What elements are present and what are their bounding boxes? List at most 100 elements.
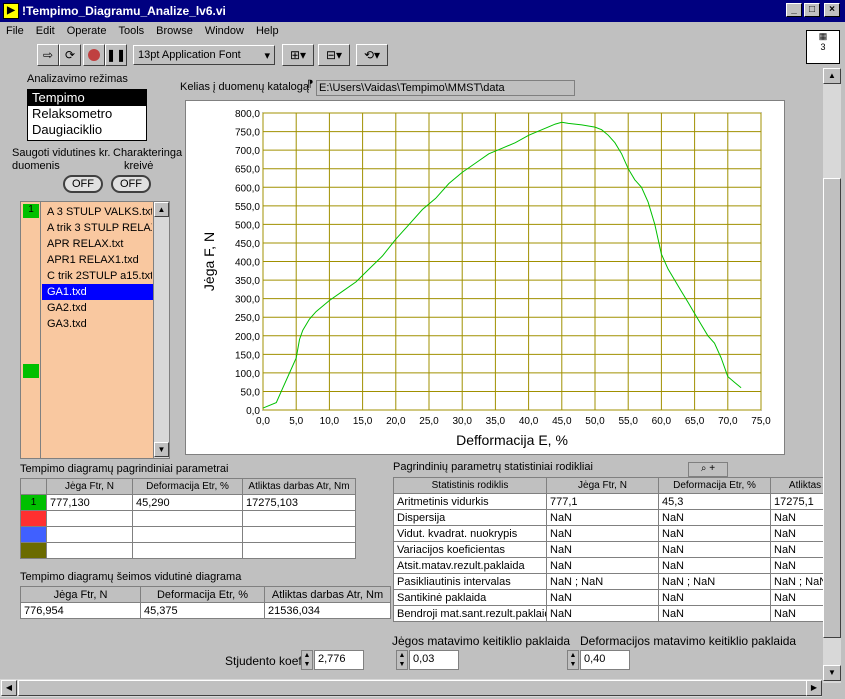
close-button[interactable]: × bbox=[824, 3, 840, 17]
mode-option-tempimo[interactable]: Tempimo bbox=[28, 90, 146, 106]
data-path-field[interactable]: E:\Users\Vaidas\Tempimo\MMST\data bbox=[316, 80, 575, 96]
table-cell[interactable]: 17275,1 bbox=[770, 493, 823, 510]
save-avg-toggle[interactable]: OFF bbox=[63, 175, 103, 193]
table-cell[interactable]: NaN bbox=[658, 557, 771, 574]
pause-icon[interactable]: ❚❚ bbox=[105, 44, 127, 66]
table-cell[interactable]: 45,3 bbox=[658, 493, 771, 510]
table-cell[interactable]: 45,375 bbox=[140, 602, 265, 619]
force-error-spinner[interactable]: ▲ ▼ bbox=[396, 650, 408, 670]
force-error-field[interactable]: 0,03 bbox=[409, 650, 459, 670]
table-cell[interactable] bbox=[242, 526, 356, 543]
table-cell[interactable]: NaN bbox=[770, 525, 823, 542]
student-coef-field[interactable]: 2,776 bbox=[314, 650, 364, 670]
table-cell[interactable]: 17275,103 bbox=[242, 494, 356, 511]
menu-browse[interactable]: Browse bbox=[150, 22, 199, 37]
list-item[interactable]: APR RELAX.txt bbox=[42, 236, 152, 252]
scroll-right-icon[interactable]: ▶ bbox=[806, 680, 822, 696]
zoom-icon[interactable]: ⌕ + bbox=[688, 462, 728, 477]
menu-operate[interactable]: Operate bbox=[61, 22, 113, 37]
table-cell[interactable] bbox=[132, 510, 243, 527]
table-cell[interactable]: NaN bbox=[546, 605, 659, 622]
stats-table[interactable]: Statistinis rodiklis Jėga Ftr, N Deforma… bbox=[393, 477, 823, 622]
list-item[interactable]: A trik 3 STULP RELAX bbox=[42, 220, 152, 236]
table-cell[interactable]: NaN bbox=[546, 589, 659, 606]
table-cell[interactable]: NaN ; NaN bbox=[658, 573, 771, 590]
window-title: !Tempimo_Diagramu_Analize_lv6.vi bbox=[22, 4, 226, 18]
distribute-objects-icon[interactable]: ⊟▾ bbox=[318, 44, 350, 66]
align-objects-icon[interactable]: ⊞▾ bbox=[282, 44, 314, 66]
maximize-button[interactable]: □ bbox=[804, 3, 820, 17]
table-cell[interactable] bbox=[46, 542, 133, 559]
table-cell[interactable]: NaN ; NaN bbox=[770, 573, 823, 590]
menu-file[interactable]: File bbox=[0, 22, 30, 37]
table-cell[interactable]: NaN bbox=[658, 589, 771, 606]
char-curve-toggle[interactable]: OFF bbox=[111, 175, 151, 193]
scroll-down-icon[interactable]: ▼ bbox=[154, 442, 169, 457]
params-table[interactable]: Jėga Ftr, N Deformacija Etr, % Atliktas … bbox=[20, 478, 356, 559]
table-cell[interactable] bbox=[46, 526, 133, 543]
avg-table[interactable]: Jėga Ftr, N Deformacija Etr, % Atliktas … bbox=[20, 586, 391, 619]
scroll-up-icon[interactable]: ▲ bbox=[154, 202, 169, 217]
mode-option-relaksometro[interactable]: Relaksometro bbox=[28, 106, 146, 122]
table-cell[interactable] bbox=[242, 542, 356, 559]
table-cell[interactable]: 777,1 bbox=[546, 493, 659, 510]
run-continuously-icon[interactable]: ⟳ bbox=[59, 44, 81, 66]
student-coef-spinner[interactable]: ▲ ▼ bbox=[301, 650, 313, 670]
table-cell[interactable]: NaN bbox=[546, 541, 659, 558]
table-cell[interactable]: NaN bbox=[770, 541, 823, 558]
deform-error-spinner[interactable]: ▲ ▼ bbox=[567, 650, 579, 670]
list-item[interactable]: GA2.txd bbox=[42, 300, 152, 316]
table-cell[interactable] bbox=[132, 542, 243, 559]
table-cell[interactable]: NaN bbox=[770, 605, 823, 622]
run-arrow-icon[interactable]: ⇨ bbox=[37, 44, 59, 66]
path-browse-icon[interactable]: ⁋ bbox=[307, 79, 313, 90]
table-cell[interactable]: NaN ; NaN bbox=[546, 573, 659, 590]
table-cell[interactable]: NaN bbox=[770, 557, 823, 574]
scroll-down-icon[interactable]: ▼ bbox=[823, 665, 841, 681]
abort-icon[interactable] bbox=[83, 44, 105, 66]
table-cell[interactable] bbox=[132, 526, 243, 543]
list-item[interactable]: C trik 2STULP a15.txt bbox=[42, 268, 152, 284]
file-index-value[interactable]: 1 bbox=[23, 204, 39, 218]
file-list[interactable]: 1 A 3 STULP VALKS.txt A trik 3 STULP REL… bbox=[20, 201, 170, 459]
table-cell[interactable]: NaN bbox=[658, 525, 771, 542]
table-cell[interactable]: NaN bbox=[770, 509, 823, 526]
table-cell[interactable]: 45,290 bbox=[132, 494, 243, 511]
scroll-left-icon[interactable]: ◀ bbox=[1, 680, 17, 696]
table-cell[interactable]: NaN bbox=[770, 589, 823, 606]
table-cell[interactable]: NaN bbox=[658, 541, 771, 558]
list-item[interactable]: A 3 STULP VALKS.txt bbox=[42, 204, 152, 220]
table-cell[interactable]: NaN bbox=[546, 525, 659, 542]
x-axis-label: Defformacija E, % bbox=[456, 432, 568, 448]
menu-window[interactable]: Window bbox=[199, 22, 250, 37]
scroll-thumb[interactable] bbox=[823, 178, 841, 638]
menu-edit[interactable]: Edit bbox=[30, 22, 61, 37]
table-cell[interactable]: NaN bbox=[546, 557, 659, 574]
table-cell[interactable]: 776,954 bbox=[20, 602, 141, 619]
table-cell[interactable]: NaN bbox=[658, 509, 771, 526]
minimize-button[interactable]: _ bbox=[786, 3, 802, 17]
list-item-selected[interactable]: GA1.txd bbox=[42, 284, 156, 300]
table-cell[interactable]: NaN bbox=[546, 509, 659, 526]
scroll-thumb[interactable] bbox=[18, 680, 808, 696]
vi-connector-icon[interactable]: ▦ 3 bbox=[806, 30, 840, 64]
list-item[interactable]: GA3.txd bbox=[42, 316, 152, 332]
table-cell[interactable] bbox=[242, 510, 356, 527]
window-vertical-scrollbar[interactable]: ▲ ▼ bbox=[823, 68, 841, 683]
window-horizontal-scrollbar[interactable]: ◀ ▶ bbox=[0, 679, 822, 697]
mode-listbox[interactable]: Tempimo Relaksometro Daugiaciklio bbox=[27, 89, 147, 141]
table-cell[interactable]: 777,130 bbox=[46, 494, 133, 511]
menu-help[interactable]: Help bbox=[250, 22, 285, 37]
reorder-icon[interactable]: ⟲▾ bbox=[356, 44, 388, 66]
font-select[interactable]: 13pt Application Font ▾ bbox=[133, 45, 275, 65]
scroll-up-icon[interactable]: ▲ bbox=[823, 68, 841, 84]
file-list-scrollbar[interactable]: ▲ ▼ bbox=[153, 202, 169, 458]
deform-error-field[interactable]: 0,40 bbox=[580, 650, 630, 670]
table-cell[interactable]: NaN bbox=[658, 605, 771, 622]
table-cell[interactable] bbox=[46, 510, 133, 527]
mode-option-daugiaciklio[interactable]: Daugiaciklio bbox=[28, 122, 146, 138]
list-item[interactable]: APR1 RELAX1.txd bbox=[42, 252, 152, 268]
menu-tools[interactable]: Tools bbox=[112, 22, 150, 37]
y-axis-label: Jėga F, N bbox=[201, 232, 217, 291]
table-cell[interactable]: 21536,034 bbox=[264, 602, 391, 619]
